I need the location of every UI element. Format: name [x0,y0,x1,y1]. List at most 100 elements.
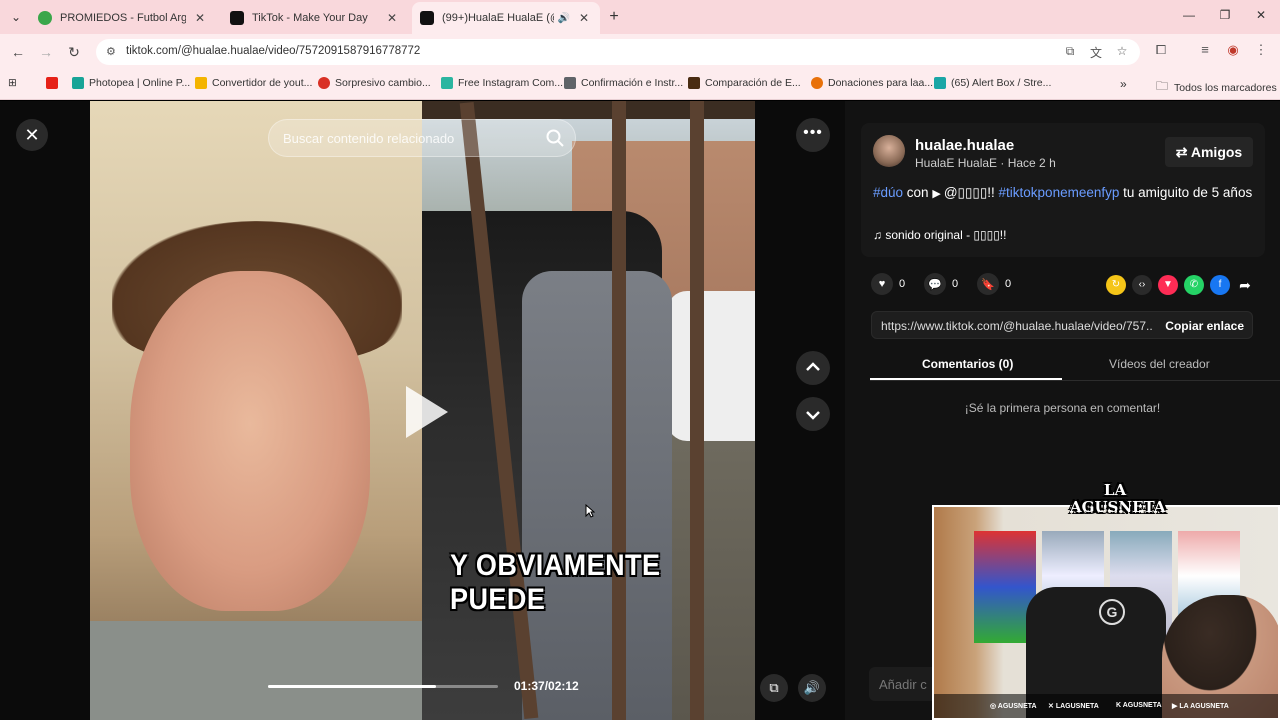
music-link[interactable]: ♫ sonido original - ▯▯▯▯!! [873,228,1006,242]
hashtag-duo[interactable]: #dúo [873,185,903,200]
whatsapp-icon[interactable]: ✆ [1184,275,1204,295]
play-icon[interactable] [406,386,448,438]
previous-video-button[interactable] [796,351,830,385]
back-icon[interactable]: ← [8,42,28,62]
news-icon [318,77,330,89]
heart-icon: ♥ [871,273,893,295]
comment-button[interactable]: 💬 0 [924,273,958,295]
donation-icon [811,77,823,89]
address-bar[interactable]: ⚙ tiktok.com/@hualae.hualae/video/757209… [96,39,1140,65]
close-video-button[interactable]: ✕ [16,119,48,151]
instagram-tool-icon [441,77,453,89]
related-search-input[interactable]: Buscar contenido relacionado [268,119,576,157]
share-link-box[interactable]: https://www.tiktok.com/@hualae.hualae/vi… [871,311,1253,339]
active-tab-indicator [870,378,1062,380]
speaker-icon[interactable]: 🔊 [558,13,570,24]
restore-icon[interactable]: ❐ [1216,8,1234,22]
youtube-handle: ▶ LA AGUSNETA [1172,703,1229,710]
hashtag-fyp[interactable]: #tiktokponemeenfyp [999,185,1120,200]
site-info-icon[interactable]: ⚙ [106,45,116,58]
chair-logo-icon: G [1099,599,1125,625]
cast-icon[interactable]: ⧉ [1062,44,1078,59]
media-control-icon[interactable]: ≡ [1196,42,1214,57]
bookmark-convertidor[interactable]: Convertidor de yout... [195,77,312,89]
apps-grid-icon[interactable]: ⊞ [8,77,17,89]
copy-link-button[interactable]: Copiar enlace [1165,319,1244,333]
music-label: sonido original - ▯▯▯▯!! [885,228,1007,242]
save-button[interactable]: 🔖 0 [977,273,1011,295]
tab-tiktok[interactable]: TikTok - Make Your Day ✕ [222,4,408,32]
bookmark-youtube[interactable] [46,77,63,89]
menu-icon[interactable]: ⋮ [1252,42,1270,58]
forward-icon[interactable]: → [36,42,56,62]
action-bar: ♥ 0 💬 0 🔖 0 ↻ ‹› ▼ ✆ f ➦ [865,273,1265,297]
extensions-icon[interactable]: ⧠ [1152,42,1170,58]
bookmark-label: Photopea | Online P... [89,77,191,89]
bookmark-label: Comparación de E... [705,77,801,89]
tab-comments[interactable]: Comentarios (0) [922,357,1013,371]
facebook-icon[interactable]: f [1210,275,1230,295]
next-video-button[interactable] [796,397,830,431]
like-button[interactable]: ♥ 0 [871,273,905,295]
person-face [130,271,370,611]
translate-icon[interactable]: 文 [1088,44,1104,61]
bookmark-instagram[interactable]: Free Instagram Com... [441,77,563,89]
tab-hualae[interactable]: (99+)HualaE HualaE (@hual 🔊 ✕ [412,2,600,34]
instagram-icon: ◎ [990,703,998,710]
more-bookmarks-icon[interactable]: » [1120,77,1127,91]
mention-link[interactable]: @▯▯▯▯!! [944,185,995,200]
tiktok-favicon-icon [230,11,244,25]
instagram-handle: ◎ AGUSNETA [990,703,1037,710]
bookmark-comparacion[interactable]: Comparación de E... [688,77,801,89]
close-tab-icon[interactable]: ✕ [384,11,400,25]
post-info-card: hualae.hualae HualaE HualaE · Hace 2 h ⇄… [861,123,1265,257]
embed-icon[interactable]: ‹› [1132,275,1152,295]
video-player[interactable]: Buscar contenido relacionado Y OBVIAMENT… [90,101,755,720]
folder-icon [195,77,207,89]
share-arrow-icon[interactable]: ➦ [1235,275,1255,295]
close-tab-icon[interactable]: ✕ [576,11,592,25]
bookmark-alertbox[interactable]: (65) Alert Box / Stre... [934,77,1051,89]
bookmark-donaciones[interactable]: Donaciones para laa... [811,77,933,89]
person-shirt [90,621,422,720]
music-note-icon: ♫ [873,228,886,242]
tab-search-chevron-icon[interactable]: ⌄ [8,9,24,25]
car [667,291,755,441]
desc-text: tu amiguito de 5 años [1119,185,1253,200]
tab-creator-videos[interactable]: Vídeos del creador [1109,357,1210,371]
reload-icon[interactable]: ↻ [64,42,84,62]
minimize-icon[interactable]: — [1180,8,1198,22]
close-window-icon[interactable]: ✕ [1252,8,1270,22]
bookmark-photopea[interactable]: Photopea | Online P... [72,77,190,89]
share-link-text[interactable]: https://www.tiktok.com/@hualae.hualae/vi… [881,319,1153,333]
close-tab-icon[interactable]: ✕ [192,11,208,25]
video-progress-bar[interactable] [268,685,498,688]
volume-button[interactable]: 🔊 [798,674,826,702]
friends-icon: ⇄ [1175,144,1191,160]
socials-bar: ◎ AGUSNETA ✕ LAGUSNETA K AGUSNETA ▶ LA A… [934,694,1278,718]
bookmark-sorpresivo[interactable]: Sorpresivo cambio... [318,77,431,89]
folder-icon: 🗀 [1156,79,1169,93]
profile-icon[interactable]: ◉ [1224,42,1242,58]
friends-button[interactable]: ⇄ Amigos [1165,137,1253,167]
bookmark-star-icon[interactable]: ☆ [1114,44,1130,58]
search-icon[interactable] [545,128,565,148]
comment-placeholder: Añadir c [879,677,927,692]
x-handle: ✕ LAGUSNETA [1048,703,1099,710]
bookmark-label: Confirmación e Instr... [581,77,684,89]
floating-player-button[interactable]: ⧉ [760,674,788,702]
more-options-button[interactable]: ••• [796,118,830,152]
streamer-logo: LA AGUSNETA [1070,476,1166,534]
chevron-up-icon [806,362,820,371]
repost-icon[interactable]: ↻ [1106,275,1126,295]
new-tab-button[interactable]: + [606,8,622,26]
gate-pole [612,101,626,720]
tab-promiedos[interactable]: PROMIEDOS - Futbol Argentino ✕ [30,4,216,32]
avatar[interactable] [873,135,905,167]
url-text[interactable]: tiktok.com/@hualae.hualae/video/75720915… [126,45,420,57]
save-count: 0 [1005,278,1012,290]
send-icon[interactable]: ▼ [1158,275,1178,295]
username[interactable]: hualae.hualae [915,137,1014,154]
all-bookmarks[interactable]: 🗀 Todos los marcadores [1156,77,1277,98]
bookmark-confirmacion[interactable]: Confirmación e Instr... [564,77,683,89]
